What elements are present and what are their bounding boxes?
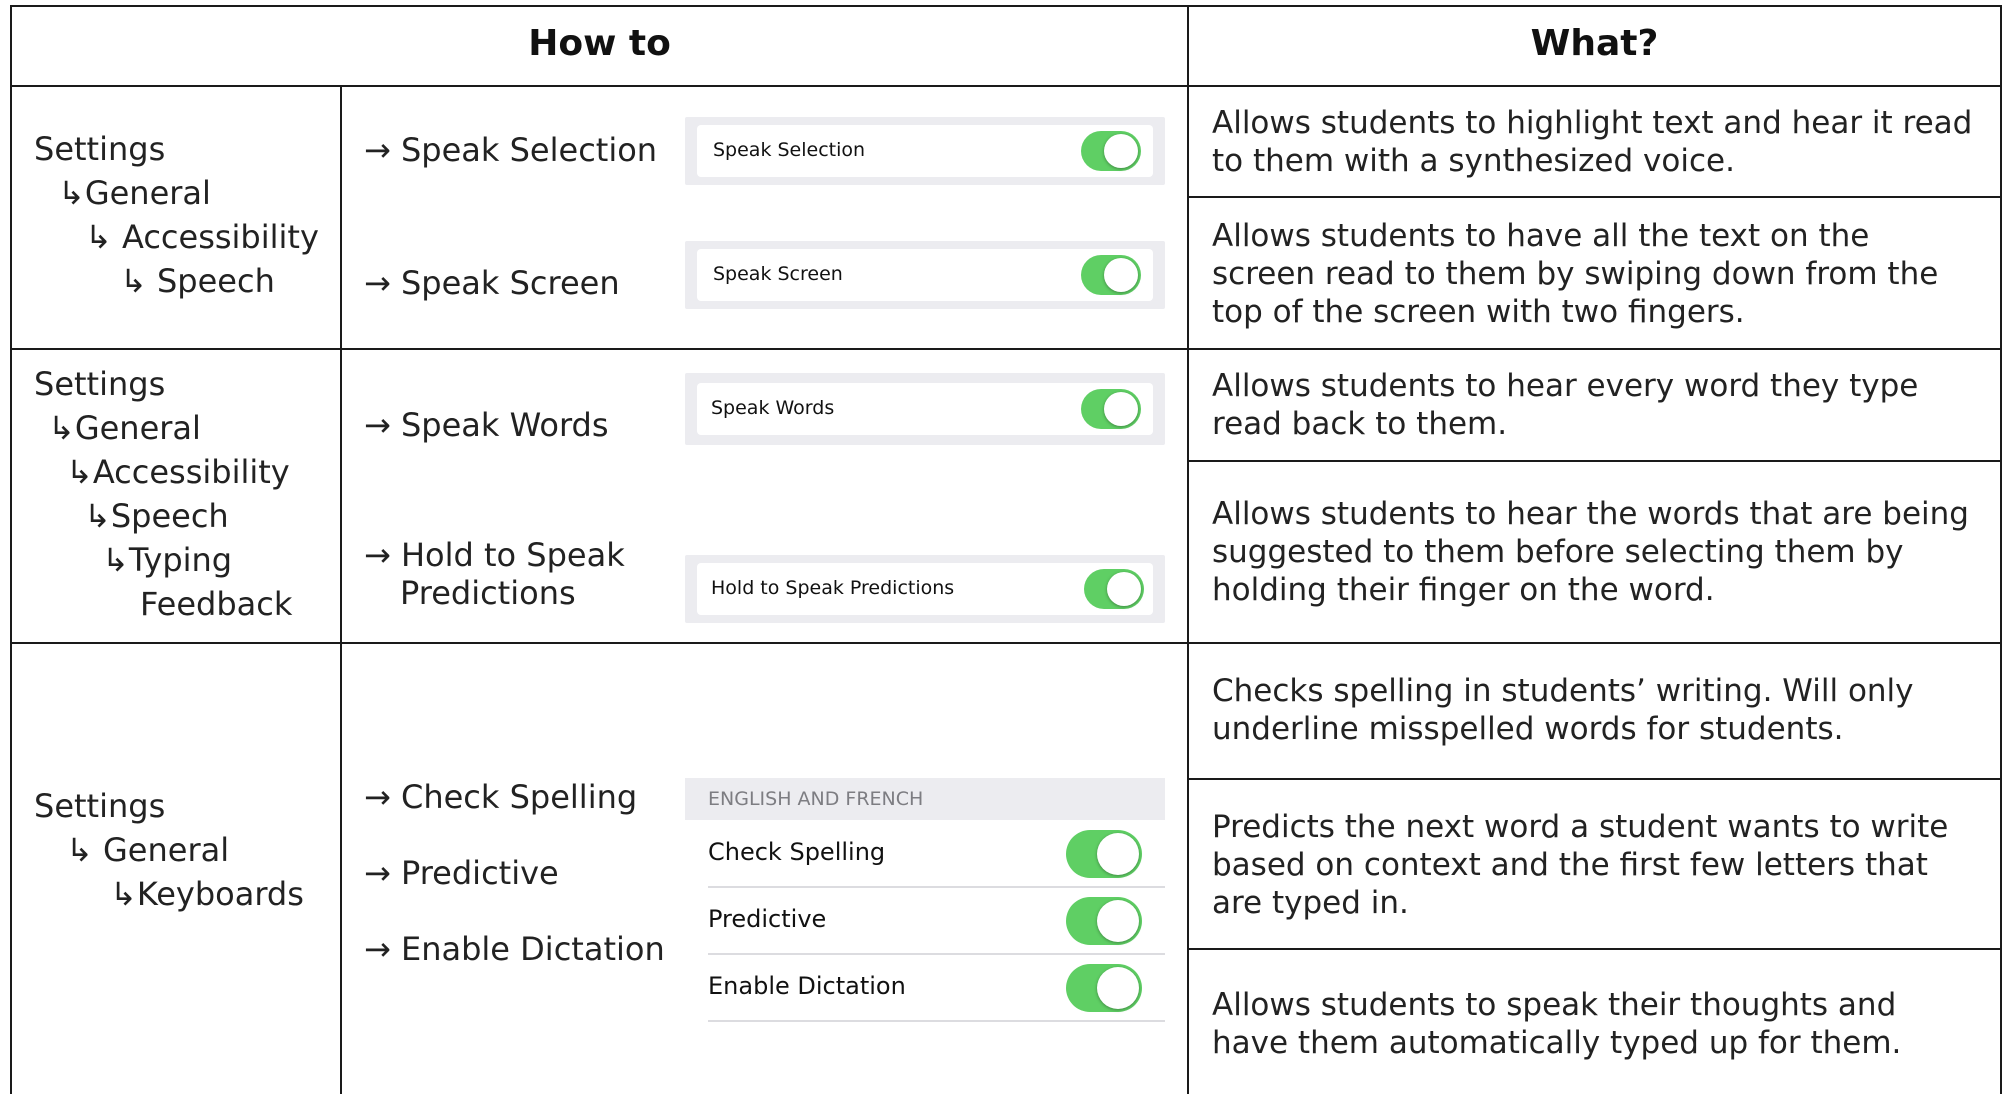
header-divider bbox=[10, 85, 2002, 87]
step-check-spelling: → Check Spelling bbox=[364, 778, 638, 816]
section-header-label: ENGLISH AND FRENCH bbox=[708, 788, 924, 810]
setting-panel-hold-to-speak: Hold to Speak Predictions bbox=[685, 555, 1165, 623]
table-border-right bbox=[2000, 5, 2002, 1094]
row-divider-1 bbox=[10, 348, 2002, 350]
description-hold-to-speak: Allows students to hear the words that a… bbox=[1212, 496, 1969, 608]
path-general: ↳ General bbox=[66, 831, 230, 869]
toggle-predictive[interactable] bbox=[1066, 897, 1142, 945]
setting-panel-speak-screen: Speak Screen bbox=[685, 241, 1165, 309]
description-predictive: Predicts the next word a student wants t… bbox=[1212, 809, 1949, 921]
setting-label: Speak Words bbox=[711, 397, 835, 419]
toggle-knob bbox=[1097, 967, 1139, 1009]
description-enable-dictation: Allows students to speak their thoughts … bbox=[1212, 987, 1902, 1061]
toggle-hold-to-speak-predictions[interactable] bbox=[1084, 569, 1144, 609]
toggle-speak-screen[interactable] bbox=[1081, 255, 1141, 295]
toggle-knob bbox=[1104, 392, 1138, 426]
section-header: ENGLISH AND FRENCH bbox=[685, 778, 1165, 820]
path-typing: ↳Typing bbox=[102, 541, 233, 579]
path-accessibility: ↳Accessibility bbox=[66, 453, 290, 491]
separator bbox=[708, 886, 1165, 888]
toggle-knob bbox=[1097, 833, 1139, 875]
step-predictions: Predictions bbox=[400, 574, 576, 612]
row-divider-2 bbox=[10, 642, 2002, 644]
setting-cell: Hold to Speak Predictions bbox=[697, 563, 1153, 615]
setting-label: Speak Screen bbox=[713, 263, 843, 285]
setting-label: Enable Dictation bbox=[708, 972, 906, 1000]
header-what: What? bbox=[1530, 23, 1659, 64]
separator bbox=[708, 1020, 1165, 1022]
path-speech: ↳Speech bbox=[84, 497, 229, 535]
path-keyboards: ↳Keyboards bbox=[110, 875, 304, 913]
keyboard-settings-panel: ENGLISH AND FRENCH Check Spelling Predic… bbox=[685, 778, 1165, 1023]
desc-divider-3a bbox=[1187, 778, 2002, 780]
toggle-knob bbox=[1097, 900, 1139, 942]
path-settings: Settings bbox=[34, 365, 166, 403]
desc-divider-1a bbox=[1187, 196, 2002, 198]
path-settings: Settings bbox=[34, 130, 166, 168]
toggle-knob bbox=[1104, 258, 1138, 292]
setting-label: Hold to Speak Predictions bbox=[711, 577, 955, 599]
column-divider-main bbox=[1187, 5, 1189, 1094]
header-how-to: How to bbox=[528, 23, 671, 64]
separator bbox=[708, 953, 1165, 955]
step-predictive: → Predictive bbox=[364, 854, 559, 892]
step-enable-dictation: → Enable Dictation bbox=[364, 930, 665, 968]
setting-panel-speak-words: Speak Words bbox=[685, 373, 1165, 445]
step-speak-screen: → Speak Screen bbox=[364, 264, 620, 302]
description-check-spelling: Checks spelling in students’ writing. Wi… bbox=[1212, 673, 1914, 747]
setting-panel-speak-selection: Speak Selection bbox=[685, 117, 1165, 185]
path-settings: Settings bbox=[34, 787, 166, 825]
path-accessibility: ↳ Accessibility bbox=[85, 218, 319, 256]
step-speak-selection: → Speak Selection bbox=[364, 131, 658, 169]
toggle-knob bbox=[1104, 134, 1138, 168]
path-speech: ↳ Speech bbox=[120, 262, 275, 300]
toggle-speak-selection[interactable] bbox=[1081, 131, 1141, 171]
toggle-speak-words[interactable] bbox=[1081, 389, 1141, 429]
description-speak-screen: Allows students to have all the text on … bbox=[1212, 218, 1939, 330]
setting-label: Check Spelling bbox=[708, 838, 886, 866]
setting-cell: Speak Words bbox=[697, 383, 1153, 435]
setting-cell: Speak Screen bbox=[697, 249, 1153, 301]
table-border-left bbox=[10, 5, 12, 1094]
setting-label: Predictive bbox=[708, 905, 827, 933]
column-divider-path bbox=[340, 85, 342, 1094]
toggle-check-spelling[interactable] bbox=[1066, 830, 1142, 878]
description-speak-words: Allows students to hear every word they … bbox=[1212, 368, 1919, 442]
description-speak-selection: Allows students to highlight text and he… bbox=[1212, 105, 1973, 179]
path-general: ↳General bbox=[48, 409, 201, 447]
step-speak-words: → Speak Words bbox=[364, 406, 609, 444]
toggle-enable-dictation[interactable] bbox=[1066, 964, 1142, 1012]
path-general: ↳General bbox=[58, 174, 211, 212]
path-feedback: Feedback bbox=[140, 585, 293, 623]
desc-divider-2a bbox=[1187, 460, 2002, 462]
step-hold-to-speak: → Hold to Speak bbox=[364, 536, 625, 574]
toggle-knob bbox=[1107, 572, 1141, 606]
setting-label: Speak Selection bbox=[713, 139, 866, 161]
setting-cell: Speak Selection bbox=[697, 125, 1153, 177]
desc-divider-3b bbox=[1187, 948, 2002, 950]
